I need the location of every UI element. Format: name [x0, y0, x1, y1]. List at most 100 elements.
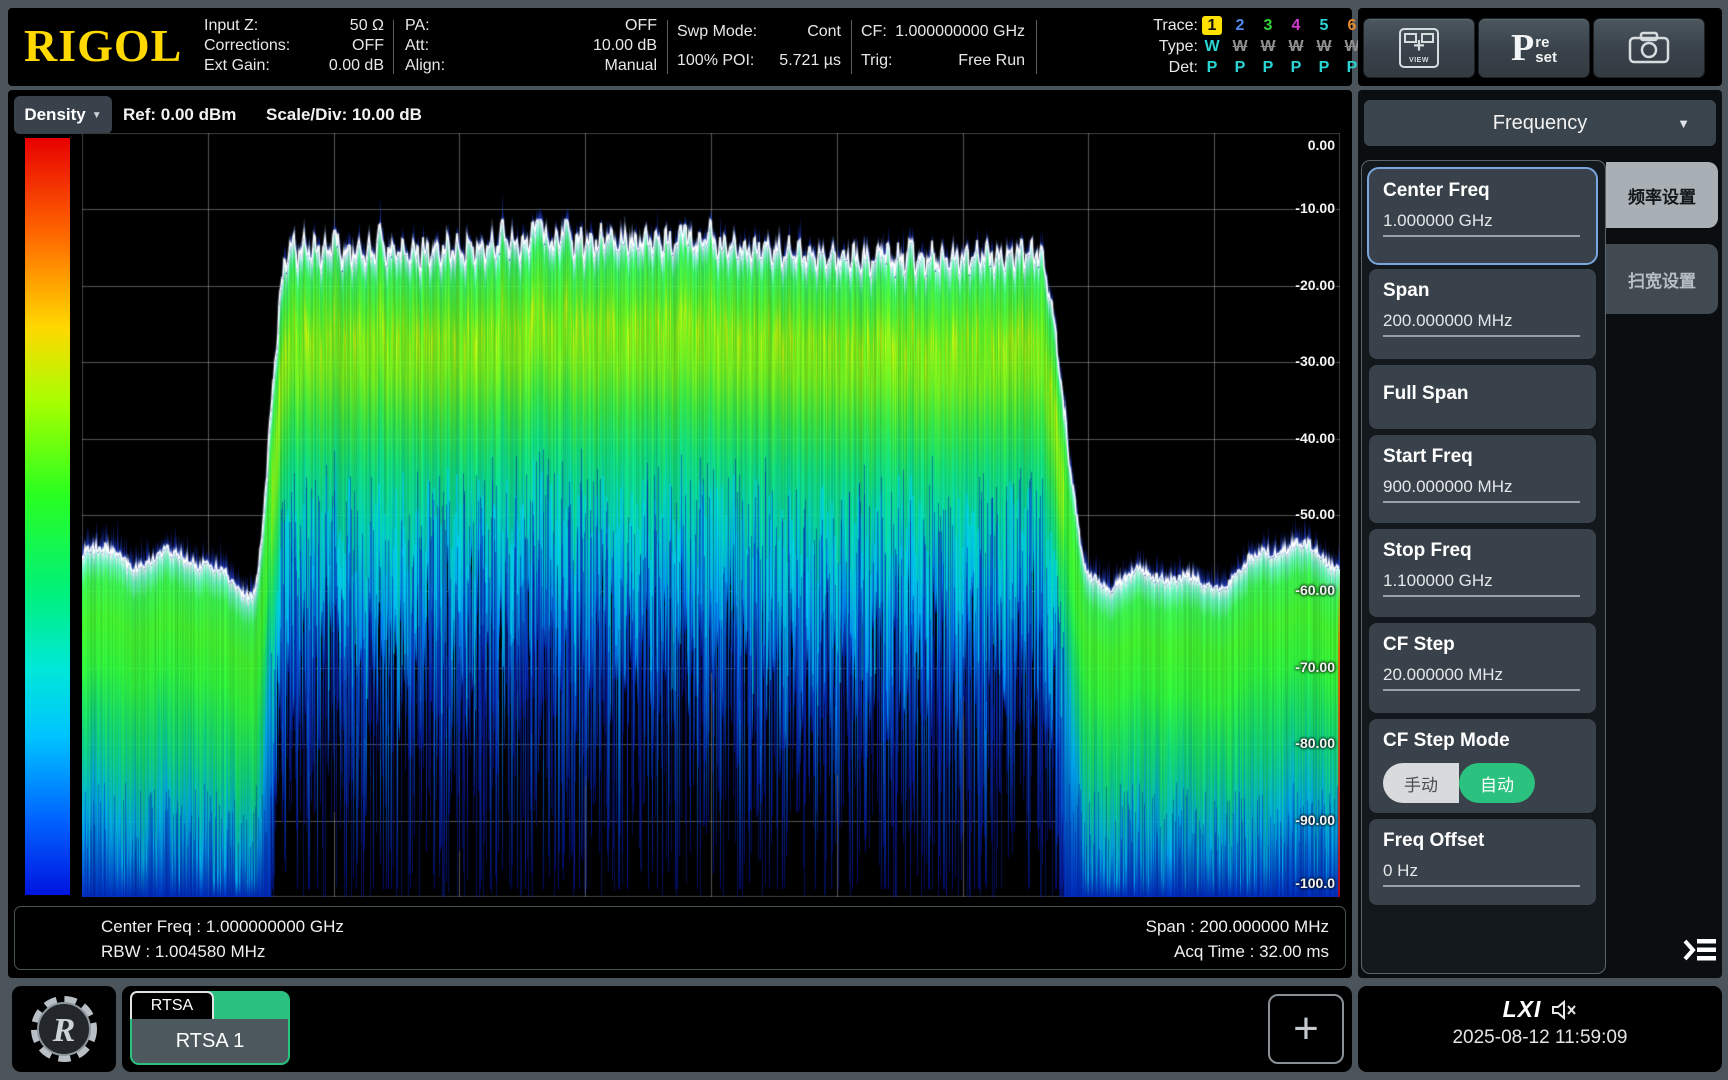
att-value: 10.00 dB [593, 36, 657, 56]
rigol-gear-icon: R [25, 990, 103, 1068]
menu-item-label: Center Freq [1369, 169, 1596, 202]
app-tab-type-badge: RTSA [130, 991, 214, 1019]
acq-time-readout: Acq Time : 32.00 ms [1146, 939, 1329, 964]
collapse-menu-button[interactable] [1680, 933, 1720, 967]
header-buttons: + VIEW P reset [1358, 8, 1722, 86]
rigol-rtsa-screen: RIGOL Input Z: 50 Ω Corrections: OFF Ext G… [0, 0, 1728, 1080]
toggle-option-manual[interactable]: 手动 [1383, 763, 1459, 803]
extgain-value: 0.00 dB [329, 56, 384, 76]
menu-item-label: Span [1369, 269, 1596, 302]
spectrum-display-panel: Density ▼ Ref: 0.00 dBm Scale/Div: 10.00… [8, 90, 1352, 978]
rigol-logo: RIGOL [24, 20, 182, 72]
view-button[interactable]: + VIEW [1363, 18, 1475, 78]
cf-value: 1.000000000 GHz [895, 18, 1025, 45]
align-label: Align: [405, 56, 445, 76]
pa-label: PA: [405, 16, 430, 36]
density-spectrum-canvas[interactable] [82, 133, 1340, 897]
speaker-muted-icon [1551, 999, 1577, 1021]
trace-label: Trace: [1126, 15, 1198, 36]
trace-columns: 1WP2WP3WP4WP5WP6WP [1198, 15, 1366, 78]
density-colorbar [25, 138, 70, 895]
add-app-button[interactable]: + [1268, 994, 1344, 1064]
trace-status-table: Trace: Type: Det: 1WP2WP3WP4WP5WP6WP [1126, 15, 1366, 78]
att-label: Att: [405, 36, 429, 56]
trace-indicator-2: 2WP [1226, 15, 1254, 78]
menu-item-full-span[interactable]: Full Span [1369, 365, 1596, 429]
menu-title-dropdown[interactable]: Frequency ▼ [1364, 100, 1716, 146]
trace-indicator-3: 3WP [1254, 15, 1282, 78]
corrections-label: Corrections: [204, 36, 290, 56]
menu-item-label: Freq Offset [1369, 819, 1596, 852]
measurement-info-bar: Center Freq : 1.000000000 GHz RBW : 1.00… [14, 906, 1346, 970]
screenshot-button[interactable] [1593, 18, 1705, 78]
system-menu-button[interactable]: R [12, 986, 116, 1072]
swpmode-value: Cont [807, 18, 841, 45]
toggle-option-auto[interactable]: 自动 [1459, 763, 1535, 803]
frequency-menu-panel: Frequency ▼ Center Freq 1.000000 GHz Spa… [1358, 90, 1722, 978]
cf-step-mode-toggle: 手动 自动 [1383, 763, 1535, 803]
trace-row-labels: Trace: Type: Det: [1126, 15, 1198, 78]
view-icon: + VIEW [1399, 28, 1439, 68]
chevron-down-icon: ▼ [1677, 116, 1690, 131]
tab-sweep-settings[interactable]: 扫宽设置 [1606, 244, 1718, 314]
menu-item-cf-step-mode[interactable]: CF Step Mode 手动 自动 [1369, 719, 1596, 813]
menu-items-frame: Center Freq 1.000000 GHz Span 200.000000… [1361, 160, 1606, 974]
type-label: Type: [1126, 36, 1198, 57]
menu-item-freq-offset[interactable]: Freq Offset 0 Hz [1369, 819, 1596, 905]
tab-frequency-settings[interactable]: 频率设置 [1606, 162, 1718, 228]
menu-item-value: 1.000000 GHz [1369, 202, 1596, 237]
display-mode-label: Density [24, 105, 85, 125]
center-freq-readout: Center Freq : 1.000000000 GHz [101, 914, 344, 939]
menu-item-label: Start Freq [1369, 435, 1596, 468]
poi-value: 5.721 µs [779, 47, 841, 74]
menu-item-span[interactable]: Span 200.000000 MHz [1369, 269, 1596, 359]
app-tab-name: RTSA 1 [132, 1019, 288, 1063]
cf-label: CF: [861, 18, 887, 45]
scale-div-label: Scale/Div: 10.00 dB [266, 96, 422, 134]
inputz-value: 50 Ω [350, 16, 384, 36]
menu-item-cf-step[interactable]: CF Step 20.000000 MHz [1369, 623, 1596, 713]
menu-item-value: 200.000000 MHz [1369, 302, 1596, 337]
pa-value: OFF [625, 16, 657, 36]
swpmode-label: Swp Mode: [677, 18, 757, 45]
menu-item-start-freq[interactable]: Start Freq 900.000000 MHz [1369, 435, 1596, 523]
det-label: Det: [1126, 57, 1198, 78]
svg-text:R: R [52, 1012, 76, 1049]
menu-item-center-freq[interactable]: Center Freq 1.000000 GHz [1369, 169, 1596, 263]
menu-item-label: CF Step Mode [1369, 719, 1596, 752]
app-taskbar: RTSA RTSA 1 + [122, 986, 1352, 1072]
menu-title: Frequency [1493, 112, 1588, 135]
preset-button[interactable]: P reset [1478, 18, 1590, 78]
chevron-down-icon: ▼ [92, 110, 102, 121]
display-mode-dropdown[interactable]: Density ▼ [14, 96, 112, 134]
lxi-logo: LXI [1503, 996, 1542, 1023]
trig-label: Trig: [861, 47, 892, 74]
menu-item-label: Full Span [1369, 365, 1596, 405]
trace-indicator-4: 4WP [1282, 15, 1310, 78]
trace-indicator-1: 1WP [1198, 15, 1226, 78]
span-readout: Span : 200.000000 MHz [1146, 914, 1329, 939]
menu-item-label: CF Step [1369, 623, 1596, 656]
poi-label: 100% POI: [677, 47, 754, 74]
menu-item-value: 0 Hz [1369, 852, 1596, 887]
status-header: RIGOL Input Z: 50 Ω Corrections: OFF Ext G… [8, 8, 1352, 86]
corrections-value: OFF [352, 36, 384, 56]
header-divider [1036, 20, 1037, 74]
trace-indicator-5: 5WP [1310, 15, 1338, 78]
menu-item-stop-freq[interactable]: Stop Freq 1.100000 GHz [1369, 529, 1596, 617]
sweep-settings-group: Swp Mode: Cont 100% POI: 5.721 µs [677, 16, 841, 74]
system-status-box[interactable]: LXI 2025-08-12 11:59:09 [1358, 986, 1722, 1072]
spectrum-plot[interactable]: 0.00-10.00-20.00-30.00-40.00-50.00-60.00… [82, 133, 1340, 897]
collapse-menu-icon [1680, 933, 1720, 967]
header-divider [667, 20, 668, 74]
header-divider [851, 20, 852, 74]
align-value: Manual [605, 56, 657, 76]
menu-item-value: 1.100000 GHz [1369, 562, 1596, 597]
rtsa-app-tab[interactable]: RTSA RTSA 1 [130, 991, 290, 1065]
input-settings-group: Input Z: 50 Ω Corrections: OFF Ext Gain: 0.… [204, 16, 384, 76]
preset-icon: P reset [1511, 29, 1557, 67]
plus-icon: + [1293, 1004, 1319, 1054]
inputz-label: Input Z: [204, 16, 258, 36]
extgain-label: Ext Gain: [204, 56, 270, 76]
amplitude-settings-group: PA: OFF Att: 10.00 dB Align: Manual [405, 16, 657, 76]
